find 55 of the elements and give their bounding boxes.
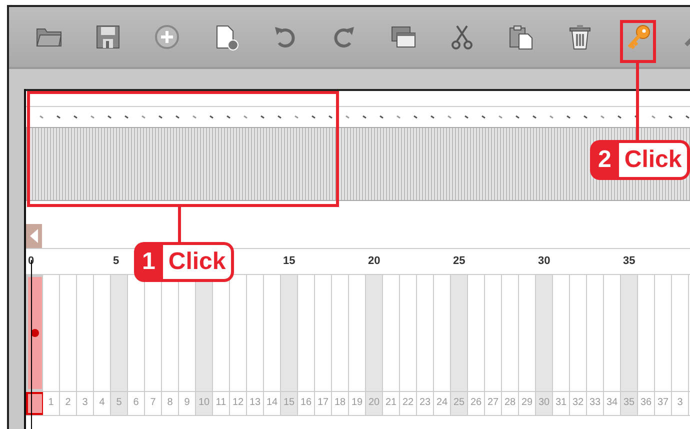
- plus-circle-icon[interactable]: [153, 23, 181, 51]
- ruler-label: 25: [452, 255, 466, 268]
- frame-number[interactable]: 36: [638, 392, 655, 415]
- frame-cell[interactable]: [111, 275, 128, 391]
- frame-cell[interactable]: [281, 275, 298, 391]
- frame-number[interactable]: 11: [213, 392, 230, 415]
- frame-number[interactable]: 35: [621, 392, 638, 415]
- frame-cell[interactable]: [621, 275, 638, 391]
- frame-number[interactable]: [26, 392, 43, 415]
- frame-number[interactable]: 22: [400, 392, 417, 415]
- frame-number[interactable]: 26: [468, 392, 485, 415]
- frame-number[interactable]: 3: [672, 392, 689, 415]
- highlight-frame: [620, 20, 656, 63]
- callout-text: Click: [163, 245, 231, 279]
- frame-number[interactable]: 10: [196, 392, 213, 415]
- step-number: 2: [598, 145, 612, 175]
- frame-number[interactable]: 37: [655, 392, 672, 415]
- frame-number[interactable]: 12: [230, 392, 247, 415]
- frame-number[interactable]: 33: [587, 392, 604, 415]
- frame-number[interactable]: 21: [383, 392, 400, 415]
- frame-number[interactable]: 13: [247, 392, 264, 415]
- clipboard-icon[interactable]: [507, 23, 535, 51]
- selected-frame-cell[interactable]: [26, 275, 43, 391]
- frame-number[interactable]: 6: [128, 392, 145, 415]
- frame-number[interactable]: 16: [298, 392, 315, 415]
- ruler-label: 30: [537, 255, 550, 268]
- frame-number[interactable]: 17: [315, 392, 332, 415]
- frame-number[interactable]: 23: [417, 392, 434, 415]
- frame-number[interactable]: 27: [485, 392, 502, 415]
- frame-number[interactable]: 7: [145, 392, 162, 415]
- ruler-label: 20: [367, 255, 380, 268]
- frame-number[interactable]: 25: [451, 392, 468, 415]
- frame-number[interactable]: 18: [332, 392, 349, 415]
- frame-cell[interactable]: [536, 275, 553, 391]
- key-icon[interactable]: [625, 23, 653, 51]
- frame-number[interactable]: 8: [162, 392, 179, 415]
- callout-text: Click: [619, 143, 687, 177]
- frame-number[interactable]: 20: [366, 392, 383, 415]
- frame-number[interactable]: 28: [502, 392, 519, 415]
- playhead-marker-icon[interactable]: [26, 224, 42, 248]
- frame-number[interactable]: 32: [570, 392, 587, 415]
- frame-number[interactable]: 31: [553, 392, 570, 415]
- frame-cell[interactable]: [451, 275, 468, 391]
- frame-number[interactable]: 5: [111, 392, 128, 415]
- ruler-label: 15: [282, 255, 296, 268]
- frame-number[interactable]: 1: [43, 392, 60, 415]
- keyframe-dot-icon: [31, 329, 39, 337]
- frame-cell[interactable]: [366, 275, 383, 391]
- frame-number[interactable]: 30: [536, 392, 553, 415]
- frame-number[interactable]: 15: [281, 392, 298, 415]
- ruler-label: 5: [112, 255, 120, 268]
- frame-number[interactable]: 3: [77, 392, 94, 415]
- step-number: 1: [142, 247, 156, 277]
- ruler-label: 35: [622, 255, 636, 268]
- frame-number[interactable]: 2: [60, 392, 77, 415]
